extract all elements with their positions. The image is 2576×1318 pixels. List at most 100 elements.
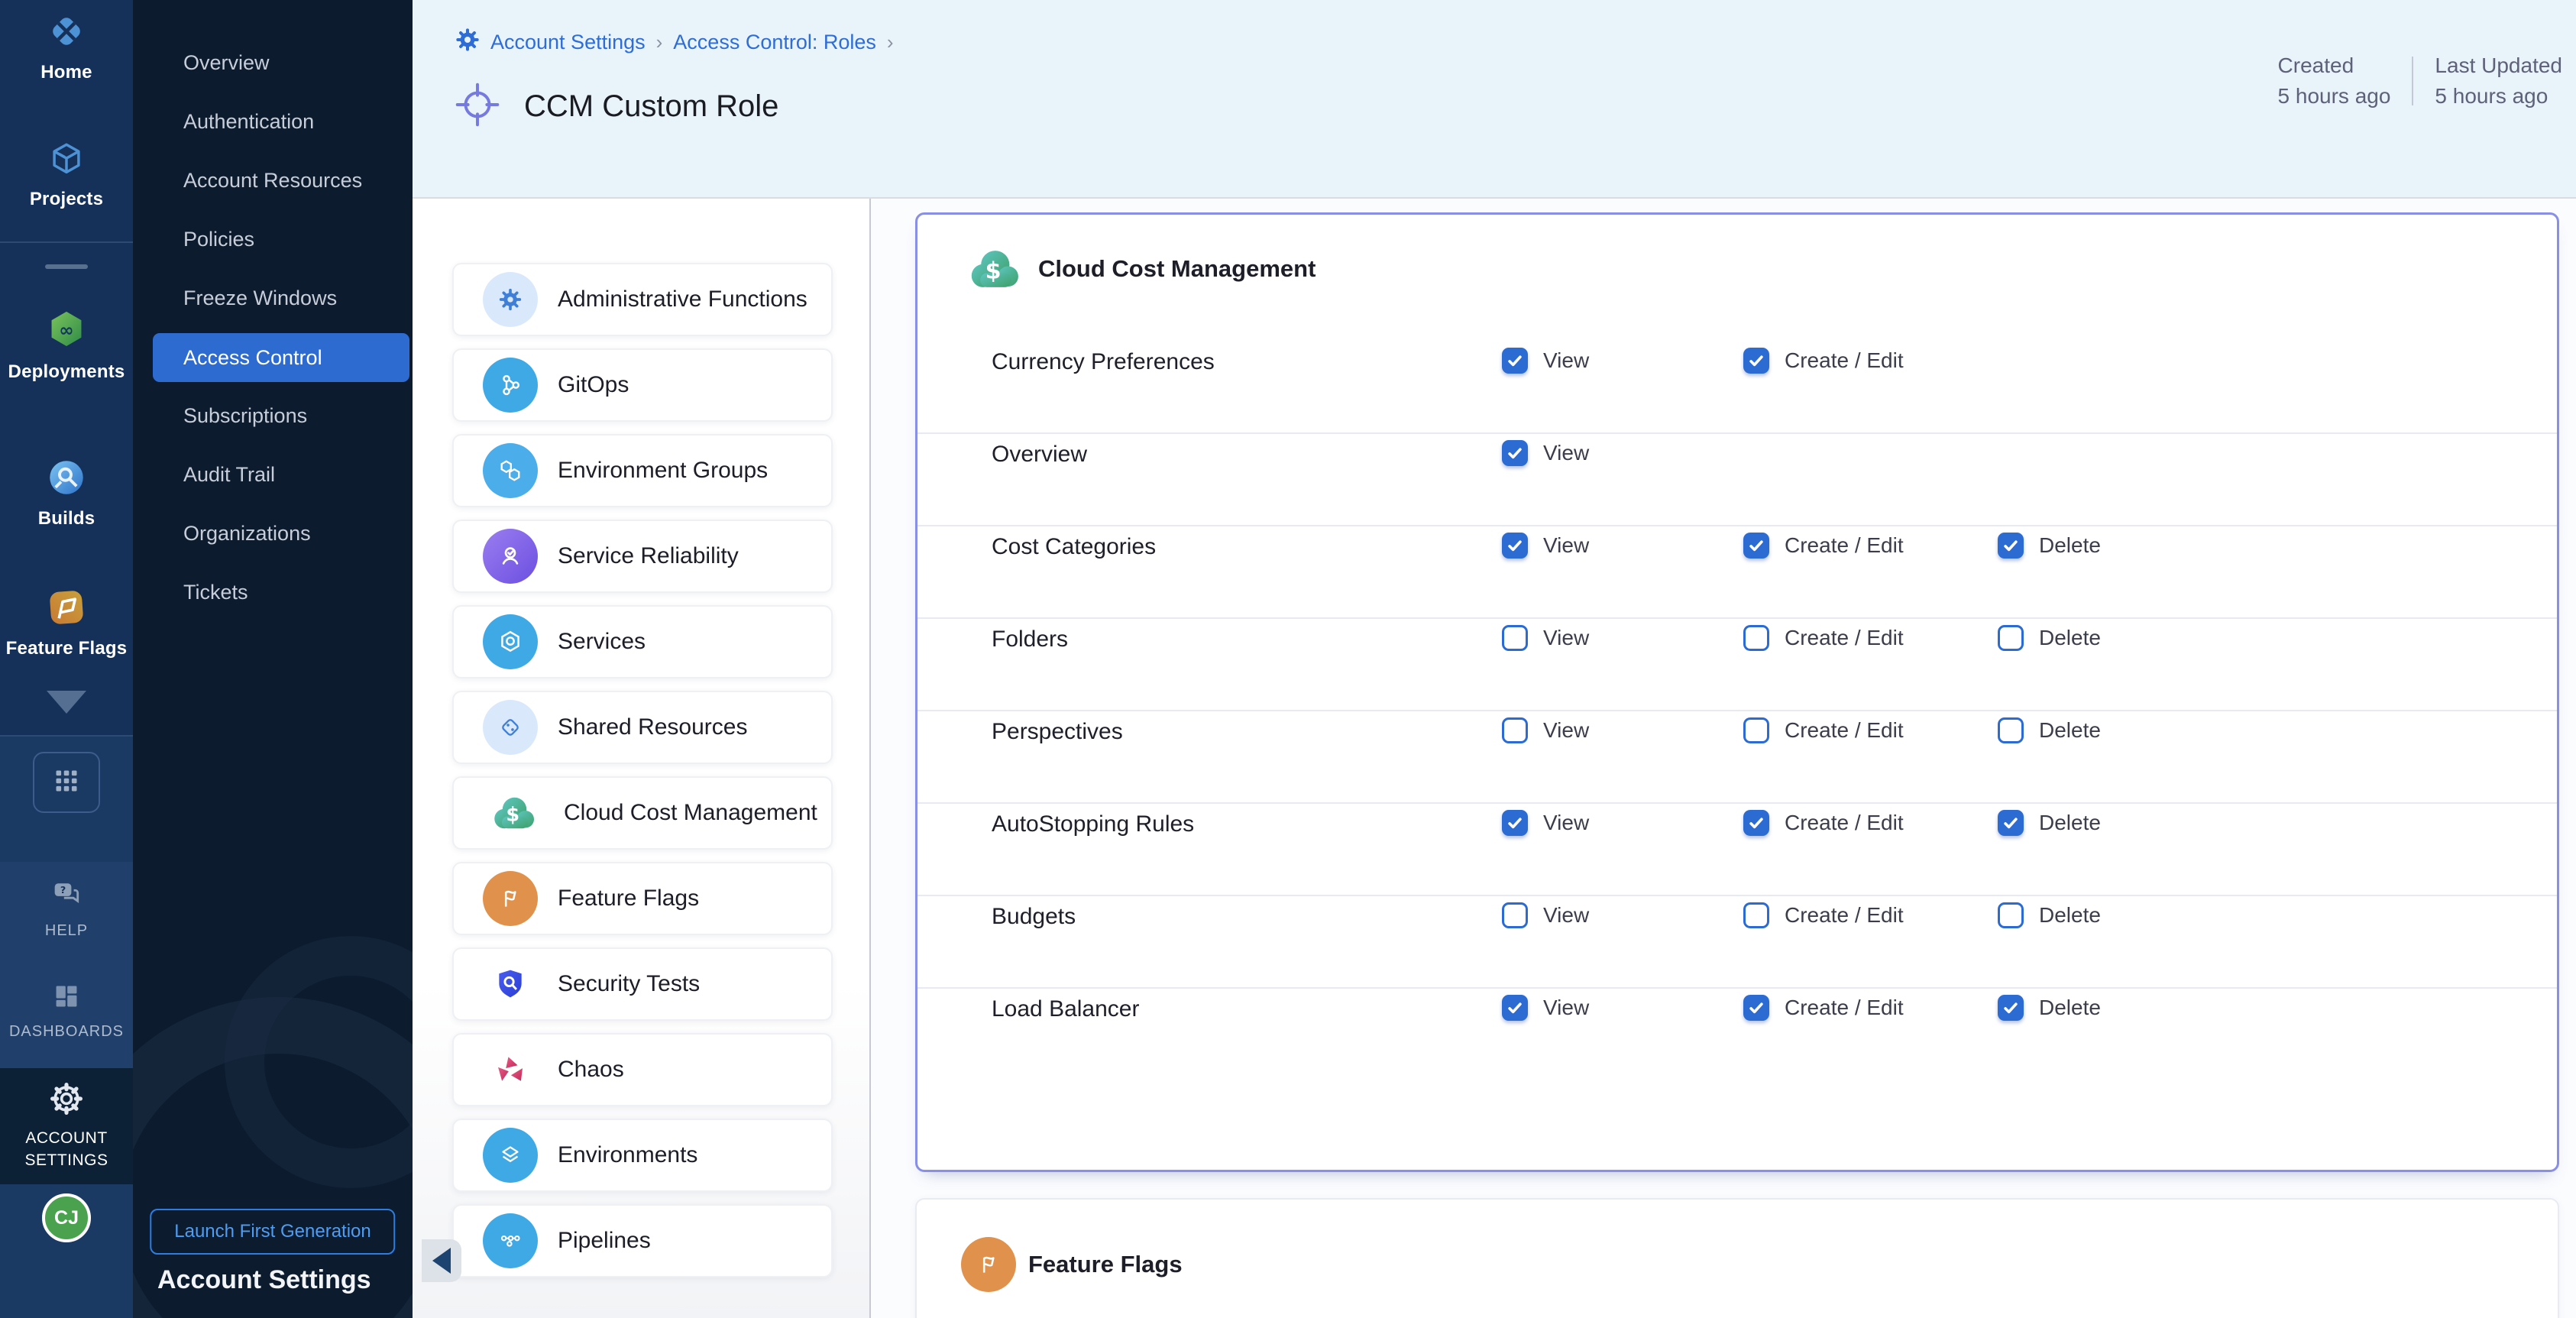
rail-item-account-settings[interactable]: ACCOUNTSETTINGS (0, 1080, 133, 1171)
resource-label: Cost Categories (992, 533, 1502, 560)
module-card-security-tests[interactable]: Security Tests (452, 947, 833, 1021)
services-icon (483, 614, 538, 669)
checkbox-autostopping-rules-view[interactable] (1502, 810, 1528, 836)
sidebar-footer-title: Account Settings (157, 1265, 371, 1295)
permission-cell: Create / Edit (1743, 995, 1998, 1021)
module-picker-button[interactable] (33, 752, 100, 813)
checkbox-budgets-delete[interactable] (1998, 902, 2024, 928)
panel-header: $ Cloud Cost Management (917, 215, 2557, 342)
sidebar-item-subscriptions[interactable]: Subscriptions (133, 387, 413, 445)
checkbox-load-balancer-delete[interactable] (1998, 995, 2024, 1021)
module-card-chaos[interactable]: Chaos (452, 1033, 833, 1106)
sidebar-collapse-button[interactable] (422, 1239, 461, 1282)
rail-item-dashboards[interactable]: DASHBOARDS (0, 980, 133, 1041)
checkbox-currency-preferences-view[interactable] (1502, 348, 1528, 374)
module-card-environments[interactable]: Environments (452, 1119, 833, 1192)
checkbox-autostopping-rules-create-edit[interactable] (1743, 810, 1769, 836)
sidebar-item-account-resources[interactable]: Account Resources (133, 151, 413, 210)
rail-more-modules-chevron[interactable] (0, 691, 133, 714)
permission-row-perspectives: PerspectivesViewCreate / EditDelete (917, 711, 2557, 804)
account-settings-sidebar: OverviewAuthenticationAccount ResourcesP… (133, 0, 413, 1318)
permission-cell: Create / Edit (1743, 625, 1998, 651)
module-card-cloud-cost-management[interactable]: $Cloud Cost Management (452, 776, 833, 850)
module-card-administrative-functions[interactable]: Administrative Functions (452, 263, 833, 336)
module-card-shared-resources[interactable]: Shared Resources (452, 691, 833, 764)
permission-row-cost-categories: Cost CategoriesViewCreate / EditDelete (917, 526, 2557, 619)
checkbox-perspectives-view[interactable] (1502, 717, 1528, 743)
permission-cell: Delete (1998, 533, 2557, 559)
rail-item-profile[interactable]: CJ (0, 1193, 133, 1242)
permission-cell: View (1502, 440, 1743, 466)
sidebar-item-access-control[interactable]: Access Control (153, 333, 409, 382)
checkbox-load-balancer-create-edit[interactable] (1743, 995, 1769, 1021)
checkbox-budgets-create-edit[interactable] (1743, 902, 1769, 928)
checkbox-autostopping-rules-delete[interactable] (1998, 810, 2024, 836)
rail-item-builds[interactable]: Builds (0, 457, 133, 529)
rail-item-feature-flags[interactable]: Feature Flags (0, 587, 133, 659)
resource-label: Folders (992, 625, 1502, 653)
rail-item-home[interactable]: Home (0, 11, 133, 83)
rail-item-label: ACCOUNTSETTINGS (24, 1127, 108, 1171)
checkbox-cost-categories-view[interactable] (1502, 533, 1528, 559)
checkbox-cost-categories-create-edit[interactable] (1743, 533, 1769, 559)
module-card-label: Chaos (558, 1057, 624, 1083)
sidebar-item-authentication[interactable]: Authentication (133, 92, 413, 151)
breadcrumb-link-access-control-roles[interactable]: Access Control: Roles (673, 31, 876, 54)
svg-text:?: ? (60, 885, 66, 896)
module-card-services[interactable]: Services (452, 605, 833, 678)
module-card-environment-groups[interactable]: Environment Groups (452, 434, 833, 507)
sidebar-item-overview[interactable]: Overview (133, 34, 413, 92)
last-updated-label: Last Updated (2435, 53, 2562, 78)
checkbox-label: Create / Edit (1785, 903, 1904, 928)
sidebar-item-policies[interactable]: Policies (133, 210, 413, 269)
role-meta: Created 5 hours ago Last Updated 5 hours… (2278, 53, 2562, 108)
checkbox-cost-categories-delete[interactable] (1998, 533, 2024, 559)
chaos-icon (483, 1042, 538, 1097)
permission-cell: Create / Edit (1743, 348, 1998, 374)
resource-label: AutoStopping Rules (992, 810, 1502, 837)
checkbox-folders-delete[interactable] (1998, 625, 2024, 651)
checkbox-currency-preferences-create-edit[interactable] (1743, 348, 1769, 374)
checkbox-label: View (1543, 996, 1589, 1020)
chevron-left-icon (432, 1248, 451, 1274)
gitops-icon (483, 358, 538, 413)
resource-label: Perspectives (992, 717, 1502, 745)
last-updated-block: Last Updated 5 hours ago (2435, 53, 2562, 108)
rail-item-projects[interactable]: Projects (0, 139, 133, 210)
breadcrumb-link-account-settings[interactable]: Account Settings (490, 31, 646, 54)
rail-item-help[interactable]: ? HELP (0, 877, 133, 940)
checkbox-perspectives-create-edit[interactable] (1743, 717, 1769, 743)
pipelines-icon (483, 1213, 538, 1268)
checkbox-folders-view[interactable] (1502, 625, 1528, 651)
checkbox-load-balancer-view[interactable] (1502, 995, 1528, 1021)
resource-label: Load Balancer (992, 995, 1502, 1022)
checkbox-overview-view[interactable] (1502, 440, 1528, 466)
checkbox-perspectives-delete[interactable] (1998, 717, 2024, 743)
grid-icon (53, 767, 80, 798)
module-card-gitops[interactable]: GitOps (452, 348, 833, 422)
checkbox-label: Delete (2039, 996, 2101, 1020)
shared-resources-icon (483, 700, 538, 755)
module-card-label: Environment Groups (558, 458, 768, 484)
svg-text:∞: ∞ (59, 319, 73, 341)
permission-cell: Delete (1998, 902, 2557, 928)
checkbox-label: Delete (2039, 626, 2101, 650)
permission-cell: View (1502, 625, 1743, 651)
module-card-label: Shared Resources (558, 714, 747, 740)
launch-first-generation-button[interactable]: Launch First Generation (150, 1209, 395, 1255)
module-card-service-reliability[interactable]: Service Reliability (452, 520, 833, 593)
sidebar-item-tickets[interactable]: Tickets (133, 563, 413, 622)
avatar[interactable]: CJ (42, 1193, 91, 1242)
resource-label: Currency Preferences (992, 348, 1502, 375)
rail-item-deployments[interactable]: ∞ Deployments (0, 309, 133, 383)
sidebar-item-organizations[interactable]: Organizations (133, 504, 413, 563)
permission-cell: View (1502, 348, 1743, 374)
module-card-pipelines[interactable]: Pipelines (452, 1204, 833, 1278)
module-card-feature-flags[interactable]: Feature Flags (452, 862, 833, 935)
sidebar-item-freeze-windows[interactable]: Freeze Windows (133, 269, 413, 328)
panel-header: Feature Flags (917, 1200, 2558, 1318)
checkbox-budgets-view[interactable] (1502, 902, 1528, 928)
svg-text:$: $ (506, 804, 519, 827)
sidebar-item-audit-trail[interactable]: Audit Trail (133, 445, 413, 504)
checkbox-folders-create-edit[interactable] (1743, 625, 1769, 651)
